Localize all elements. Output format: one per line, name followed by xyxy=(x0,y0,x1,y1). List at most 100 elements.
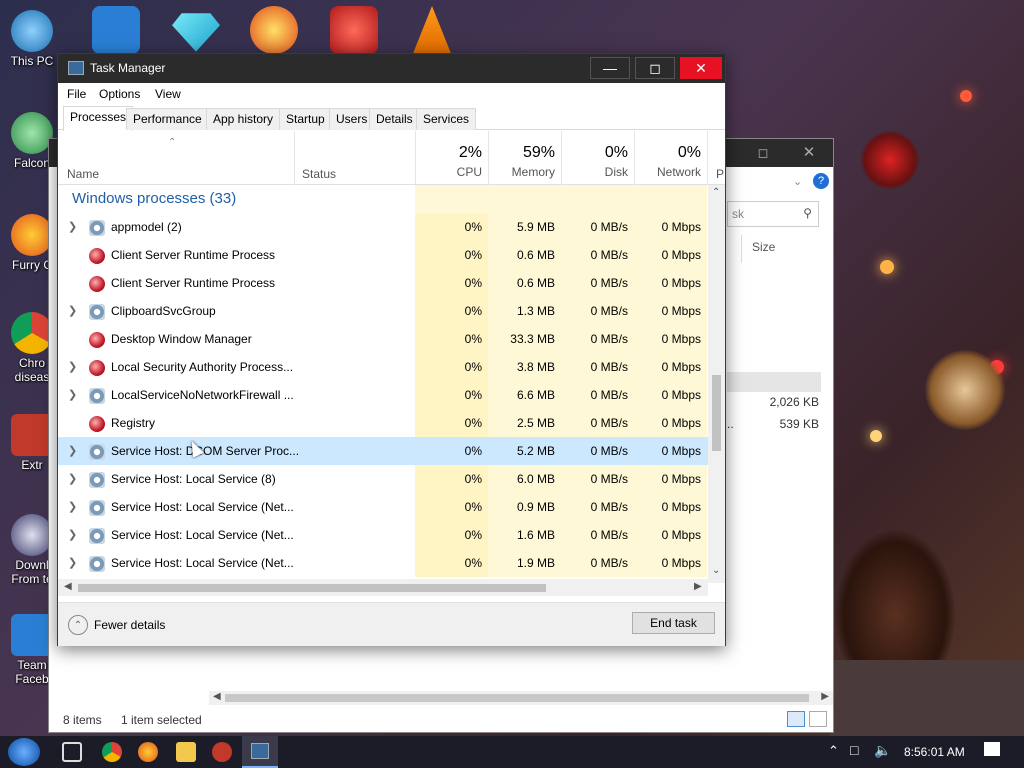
process-row[interactable]: ❯ LocalServiceNoNetworkFirewall ... 0% 6.6 … xyxy=(58,381,708,409)
chevron-up-circle-icon: ⌃ xyxy=(68,615,88,635)
desktop-icon-this-pc[interactable]: This PC xyxy=(4,10,60,68)
horizontal-scrollbar[interactable]: ◀ ▶ xyxy=(209,691,833,705)
disk-value: 0 MB/s xyxy=(590,472,628,486)
process-row[interactable]: ❯ appmodel (2) 0% 5.9 MB 0 MB/s 0 Mbps xyxy=(58,213,708,241)
maximize-icon[interactable]: ◻ xyxy=(745,145,781,163)
volume-icon[interactable]: 🔈 xyxy=(874,742,891,759)
tab-startup[interactable]: Startup xyxy=(279,108,332,130)
task-manager-titlebar[interactable]: Task Manager — ◻ ✕ xyxy=(58,54,725,83)
expand-chevron-icon[interactable]: ❯ xyxy=(68,297,77,325)
angry-birds-icon[interactable] xyxy=(330,6,378,54)
horizontal-scrollbar[interactable]: ◀ ▶ xyxy=(58,579,708,596)
scroll-up-icon[interactable]: ⌃ xyxy=(712,187,720,198)
large-icons-view-icon[interactable] xyxy=(809,711,827,727)
gear-icon xyxy=(89,444,105,460)
scroll-right-icon[interactable]: ▶ xyxy=(694,581,702,592)
column-disk[interactable]: 0% Disk xyxy=(561,131,634,185)
game-p-icon[interactable] xyxy=(250,6,298,54)
gear-icon xyxy=(89,304,105,320)
close-button[interactable]: ✕ xyxy=(680,57,722,79)
process-row[interactable]: ❯ Service Host: Local Service (Net... 0% 1.… xyxy=(58,549,708,577)
expand-chevron-icon[interactable]: ❯ xyxy=(68,465,77,493)
vlc-icon[interactable] xyxy=(412,6,452,54)
expand-chevron-icon[interactable]: ❯ xyxy=(68,549,77,577)
column-status[interactable]: Status xyxy=(294,131,415,185)
column-power[interactable]: P xyxy=(707,131,725,185)
disk-value: 0 MB/s xyxy=(590,276,628,290)
scroll-down-icon[interactable]: ⌄ xyxy=(712,565,720,576)
process-row[interactable]: ❯ Service Host: DCOM Server Proc... 0% 5.2 … xyxy=(58,437,708,465)
tab-services[interactable]: Services xyxy=(416,108,477,130)
chrome-icon[interactable] xyxy=(102,742,122,762)
process-row[interactable]: Registry 0% 2.5 MB 0 MB/s 0 Mbps xyxy=(58,409,708,437)
scroll-left-icon[interactable]: ◀ xyxy=(213,691,221,702)
desktop-icon-label: This PC xyxy=(10,54,54,68)
scroll-thumb[interactable] xyxy=(712,375,721,451)
tab-performance[interactable]: Performance xyxy=(126,108,209,130)
help-icon[interactable]: ? xyxy=(813,173,829,189)
details-view-icon[interactable] xyxy=(787,711,805,727)
scroll-thumb[interactable] xyxy=(225,694,809,702)
process-row[interactable]: ❯ Service Host: Local Service (Net... 0% 0.… xyxy=(58,493,708,521)
start-button-icon[interactable] xyxy=(8,738,40,766)
task-view-icon[interactable] xyxy=(62,742,82,762)
app-icon[interactable] xyxy=(212,742,232,762)
process-row[interactable]: ❯ ClipboardSvcGroup 0% 1.3 MB 0 MB/s 0 Mbps xyxy=(58,297,708,325)
process-row[interactable]: Client Server Runtime Process 0% 0.6 MB 0 M… xyxy=(58,269,708,297)
disk-value: 0 MB/s xyxy=(590,360,628,374)
size-column-header[interactable]: Size xyxy=(741,235,821,263)
search-placeholder: sk xyxy=(732,207,744,221)
scroll-right-icon[interactable]: ▶ xyxy=(821,691,829,702)
column-cpu[interactable]: 2% CPU xyxy=(415,131,488,185)
download-icon xyxy=(11,514,53,556)
gear-icon xyxy=(89,556,105,572)
scroll-left-icon[interactable]: ◀ xyxy=(64,581,72,592)
scroll-thumb[interactable] xyxy=(78,584,546,592)
disk-value: 0 MB/s xyxy=(590,500,628,514)
expand-chevron-icon[interactable]: ❯ xyxy=(68,493,77,521)
memory-value: 3.8 MB xyxy=(516,360,555,374)
minimize-button[interactable]: — xyxy=(590,57,630,79)
process-row[interactable]: ❯ Service Host: Local Service (8) 0% 6.0 MB… xyxy=(58,465,708,493)
task-manager-window[interactable]: Task Manager — ◻ ✕ File Options View Pro… xyxy=(57,53,726,646)
menu-view[interactable]: View xyxy=(155,87,181,101)
firefox-icon[interactable] xyxy=(138,742,158,762)
close-icon[interactable]: ✕ xyxy=(791,143,827,163)
tab-app-history[interactable]: App history xyxy=(206,108,281,130)
expand-chevron-icon[interactable]: ❯ xyxy=(68,353,77,381)
vertical-scrollbar[interactable]: ⌃ ⌄ xyxy=(708,185,725,583)
memory-value: 0.9 MB xyxy=(516,500,555,514)
expand-chevron-icon[interactable]: ❯ xyxy=(68,437,77,465)
maximize-button[interactable]: ◻ xyxy=(635,57,675,79)
memory-value: 0.6 MB xyxy=(516,276,555,290)
column-name[interactable]: Name xyxy=(58,131,294,185)
expand-chevron-icon[interactable]: ❯ xyxy=(68,521,77,549)
tab-processes[interactable]: Processes xyxy=(63,106,134,131)
expand-chevron-icon[interactable]: ❯ xyxy=(68,213,77,241)
process-row[interactable]: Client Server Runtime Process 0% 0.6 MB 0 M… xyxy=(58,241,708,269)
task-manager-taskbar-button[interactable] xyxy=(242,736,278,768)
end-task-button[interactable]: End task xyxy=(632,612,715,634)
gear-icon[interactable] xyxy=(92,6,140,54)
process-row[interactable]: Desktop Window Manager 0% 33.3 MB 0 MB/s 0 M… xyxy=(58,325,708,353)
tab-details[interactable]: Details xyxy=(369,108,420,130)
diamond-icon[interactable] xyxy=(172,13,220,52)
menu-file[interactable]: File xyxy=(67,87,86,101)
clock[interactable]: 8:56:01 AM xyxy=(904,745,965,759)
cpu-value: 0% xyxy=(464,556,482,570)
column-memory[interactable]: 59% Memory xyxy=(488,131,561,185)
process-row[interactable]: ❯ Local Security Authority Process... 0% 3.… xyxy=(58,353,708,381)
chevron-down-icon[interactable]: ⌄ xyxy=(793,175,802,188)
tab-users[interactable]: Users xyxy=(329,108,375,130)
file-row-selected[interactable] xyxy=(727,372,821,392)
chevron-up-icon[interactable]: ⌃ xyxy=(828,743,839,759)
network-icon[interactable]: □ xyxy=(850,742,858,758)
process-row[interactable]: ❯ Service Host: Local Service (Net... 0% 1.… xyxy=(58,521,708,549)
menu-options[interactable]: Options xyxy=(99,87,140,101)
search-input[interactable]: sk ⚲ xyxy=(727,201,819,227)
notification-icon[interactable] xyxy=(984,742,1000,756)
column-network[interactable]: 0% Network xyxy=(634,131,707,185)
file-size: 539 KB xyxy=(779,417,819,431)
file-explorer-icon[interactable] xyxy=(176,742,196,762)
expand-chevron-icon[interactable]: ❯ xyxy=(68,381,77,409)
